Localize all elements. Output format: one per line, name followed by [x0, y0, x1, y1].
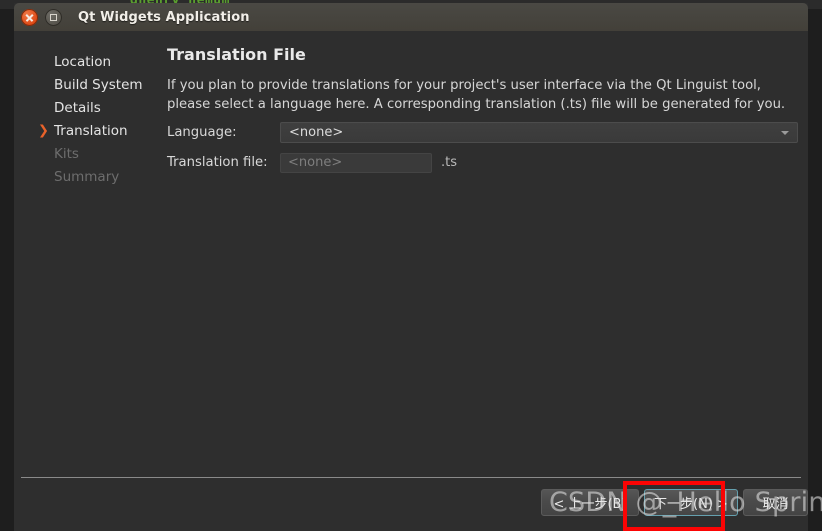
page-description: If you plan to provide translations for … [167, 78, 786, 112]
sidebar-item-label: Summary [54, 168, 120, 185]
sidebar-item-label: Details [54, 99, 101, 116]
translation-file-label: Translation file: [167, 155, 268, 170]
maximize-icon[interactable] [45, 8, 62, 26]
sidebar-item-summary: Summary [14, 165, 154, 188]
sidebar-item-details[interactable]: Details [14, 96, 154, 119]
chevron-down-icon [781, 130, 789, 135]
wizard-sidebar: Location Build System Details ❯ Translat… [14, 31, 154, 471]
language-row: Language: <none> [167, 122, 803, 143]
language-select-value: <none> [289, 125, 344, 140]
sidebar-item-location[interactable]: Location [14, 50, 154, 73]
window-title: Qt Widgets Application [78, 9, 250, 25]
sidebar-item-translation[interactable]: ❯ Translation [14, 119, 154, 142]
language-label: Language: [167, 125, 237, 140]
language-select[interactable]: <none> [280, 122, 798, 143]
close-icon[interactable] [21, 8, 38, 26]
translation-file-suffix: .ts [441, 155, 458, 170]
sidebar-item-label: Location [54, 53, 112, 70]
wizard-main-panel: Translation File If you plan to provide … [154, 31, 808, 471]
next-button[interactable]: 下一步(N) > [644, 489, 738, 516]
translation-file-row: Translation file: <none> .ts [167, 152, 803, 173]
cancel-button[interactable]: 取消 [743, 489, 808, 516]
wizard-button-bar: < 上一步(B) 下一步(N) > 取消 [14, 486, 808, 531]
footer-separator [21, 477, 801, 478]
sidebar-item-kits: Kits [14, 142, 154, 165]
application-window: Qt Widgets Application Location Build Sy… [14, 3, 808, 531]
translation-file-input[interactable]: <none> [280, 152, 432, 173]
form-area: Language: <none> Translation file: <none… [167, 122, 803, 182]
sidebar-item-label: Kits [54, 145, 79, 162]
sidebar-item-label: Build System [54, 76, 143, 93]
sidebar-item-build-system[interactable]: Build System [14, 73, 154, 96]
window-body: Location Build System Details ❯ Translat… [14, 31, 808, 531]
back-button[interactable]: < 上一步(B) [541, 489, 639, 516]
window-title-bar[interactable]: Qt Widgets Application [14, 3, 808, 31]
sidebar-item-label: Translation [54, 122, 128, 139]
page-title: Translation File [167, 45, 306, 64]
sidebar-current-step-arrow-icon: ❯ [38, 123, 49, 138]
